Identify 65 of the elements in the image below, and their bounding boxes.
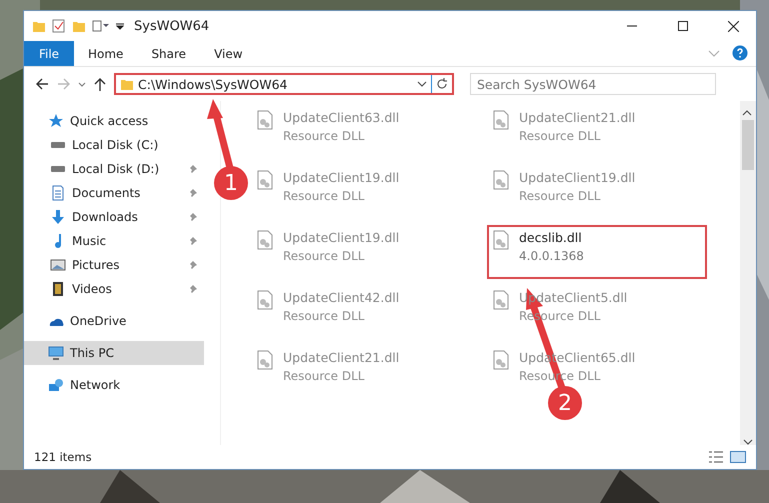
window-title: SysWOW64 (134, 18, 210, 34)
file-item[interactable]: decslib.dll 4.0.0.1368 (487, 225, 707, 279)
nav-item[interactable]: Pictures (24, 253, 204, 277)
nav-item[interactable]: Videos (24, 277, 204, 301)
dll-file-icon (493, 170, 509, 190)
dll-file-icon (257, 110, 273, 130)
drive-icon (50, 141, 66, 149)
arrow (207, 99, 234, 169)
nav-item[interactable]: This PC (24, 341, 204, 365)
star-icon (48, 113, 64, 129)
dll-file-icon (493, 290, 509, 310)
pin-icon (188, 212, 198, 222)
folder-icon (120, 77, 134, 91)
checklist-icon (52, 19, 66, 33)
nav-item[interactable]: Quick access (24, 109, 204, 133)
file-menu-button[interactable]: File (24, 41, 74, 66)
minimize-icon[interactable] (626, 25, 636, 27)
nav-item[interactable]: Local Disk (C:) (24, 133, 204, 157)
pin-icon (188, 164, 198, 174)
dropdown-icon[interactable] (116, 22, 124, 30)
download-icon (50, 209, 66, 225)
folder-icon (72, 19, 86, 33)
large-icons-view-icon[interactable] (730, 450, 746, 464)
pin-icon (188, 188, 198, 198)
ribbon-tab[interactable]: Home (74, 41, 138, 66)
scrollbar[interactable] (740, 101, 756, 445)
dll-file-icon (493, 230, 509, 250)
scrollbar-thumb[interactable] (742, 120, 754, 170)
scroll-down-icon[interactable] (743, 439, 753, 445)
close-icon[interactable] (728, 20, 739, 32)
pin-icon (188, 260, 198, 270)
dropdown-icon[interactable] (417, 79, 427, 89)
address-bar[interactable]: C:\Windows\SysWOW64 (114, 73, 454, 95)
dll-file-icon (257, 290, 273, 310)
network-icon (48, 377, 64, 393)
picture-icon (50, 257, 66, 273)
music-note-icon (54, 233, 62, 249)
item-count: 121 items (34, 450, 93, 464)
dll-file-icon (257, 230, 273, 250)
pin-icon (188, 284, 198, 294)
drive-icon (50, 165, 66, 173)
nav-item[interactable]: Music (24, 229, 204, 253)
pin-icon (188, 236, 198, 246)
folder-icon (32, 19, 46, 33)
scroll-up-icon[interactable] (742, 110, 752, 116)
nav-item[interactable]: Network (24, 373, 204, 397)
film-icon (50, 281, 66, 297)
properties-icon[interactable] (92, 20, 110, 32)
ribbon-tab[interactable]: Share (137, 41, 200, 66)
details-view-icon[interactable] (708, 450, 724, 464)
nav-item[interactable]: OneDrive (24, 309, 204, 333)
dll-file-icon (257, 350, 273, 370)
dll-file-icon (257, 170, 273, 190)
dll-file-icon (493, 110, 509, 130)
back-icon[interactable] (34, 76, 50, 92)
maximize-icon[interactable] (678, 21, 688, 31)
nav-item[interactable]: Downloads (24, 205, 204, 229)
search-field[interactable]: Search SysWOW64 (470, 73, 716, 95)
document-icon (50, 185, 66, 201)
nav-item[interactable]: Local Disk (D:) (24, 157, 204, 181)
up-icon[interactable] (92, 76, 108, 92)
computer-icon (48, 345, 64, 361)
ribbon-tab[interactable]: View (200, 41, 257, 66)
nav-item[interactable]: Documents (24, 181, 204, 205)
dll-file-icon (493, 350, 509, 370)
